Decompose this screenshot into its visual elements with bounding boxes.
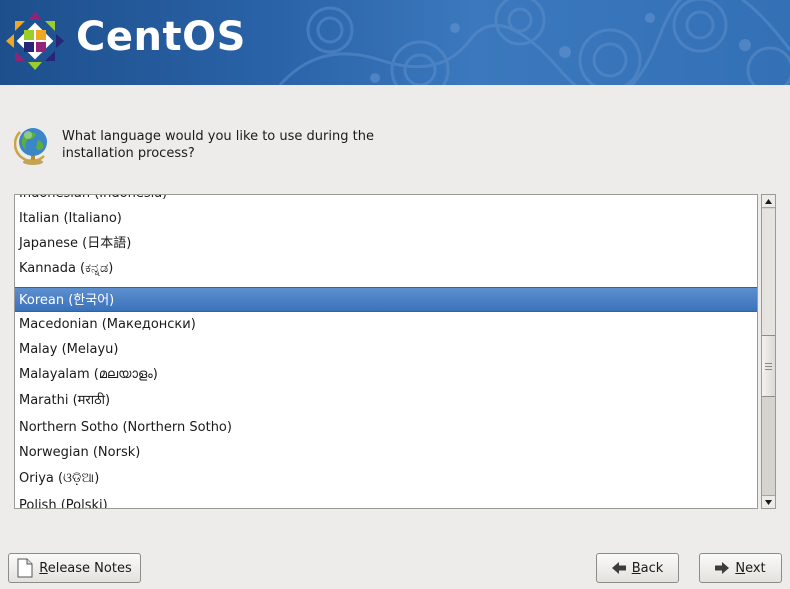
next-button[interactable]: Next	[699, 553, 782, 583]
list-item[interactable]: Marathi (मराठी)	[15, 387, 757, 415]
release-notes-button[interactable]: Release Notes	[8, 553, 141, 583]
triangle-down-icon	[765, 499, 772, 505]
scroll-thumb[interactable]	[762, 335, 775, 397]
list-item[interactable]: Northern Sotho (Northern Sotho)	[15, 415, 757, 440]
triangle-up-icon	[765, 198, 772, 204]
scroll-trough[interactable]	[762, 209, 775, 335]
document-icon	[17, 558, 33, 578]
list-scrollbar[interactable]	[761, 194, 776, 509]
back-button[interactable]: Back	[596, 553, 679, 583]
list-item[interactable]: Indonesian (Indonesia)	[15, 195, 757, 206]
language-question: What language would you like to use duri…	[62, 129, 374, 161]
scroll-down-button[interactable]	[762, 495, 775, 508]
brand-name: CentOS	[76, 14, 246, 60]
list-item[interactable]: Italian (Italiano)	[15, 206, 757, 231]
arrow-left-icon	[611, 562, 626, 574]
list-item[interactable]: Kannada (ಕನ್ನಡ)	[15, 256, 757, 281]
back-label: Back	[631, 560, 664, 576]
list-item[interactable]: Malayalam (മലയാളം)	[15, 362, 757, 387]
centos-logo-icon	[6, 12, 64, 70]
globe-icon	[14, 128, 47, 165]
arrow-right-icon	[715, 562, 730, 574]
list-item[interactable]: Macedonian (Македонски)	[15, 312, 757, 337]
list-item[interactable]: Oriya (ଓଡ଼ିଆ)	[15, 465, 757, 493]
list-item[interactable]: Malay (Melayu)	[15, 337, 757, 362]
list-item[interactable]: Polish (Polski)	[15, 493, 757, 508]
scroll-up-button[interactable]	[762, 195, 775, 208]
release-notes-label: Release Notes	[39, 560, 132, 576]
list-item[interactable]: Norwegian (Norsk)	[15, 440, 757, 465]
next-label: Next	[735, 560, 766, 576]
list-item-selected[interactable]: Korean (한국어)	[15, 287, 757, 312]
grip-icon	[765, 362, 772, 370]
language-list[interactable]: Indonesian (Indonesia) Italian (Italiano…	[14, 194, 758, 509]
header-banner: CentOS	[0, 0, 790, 85]
list-item[interactable]: Japanese (日本語)	[15, 231, 757, 256]
